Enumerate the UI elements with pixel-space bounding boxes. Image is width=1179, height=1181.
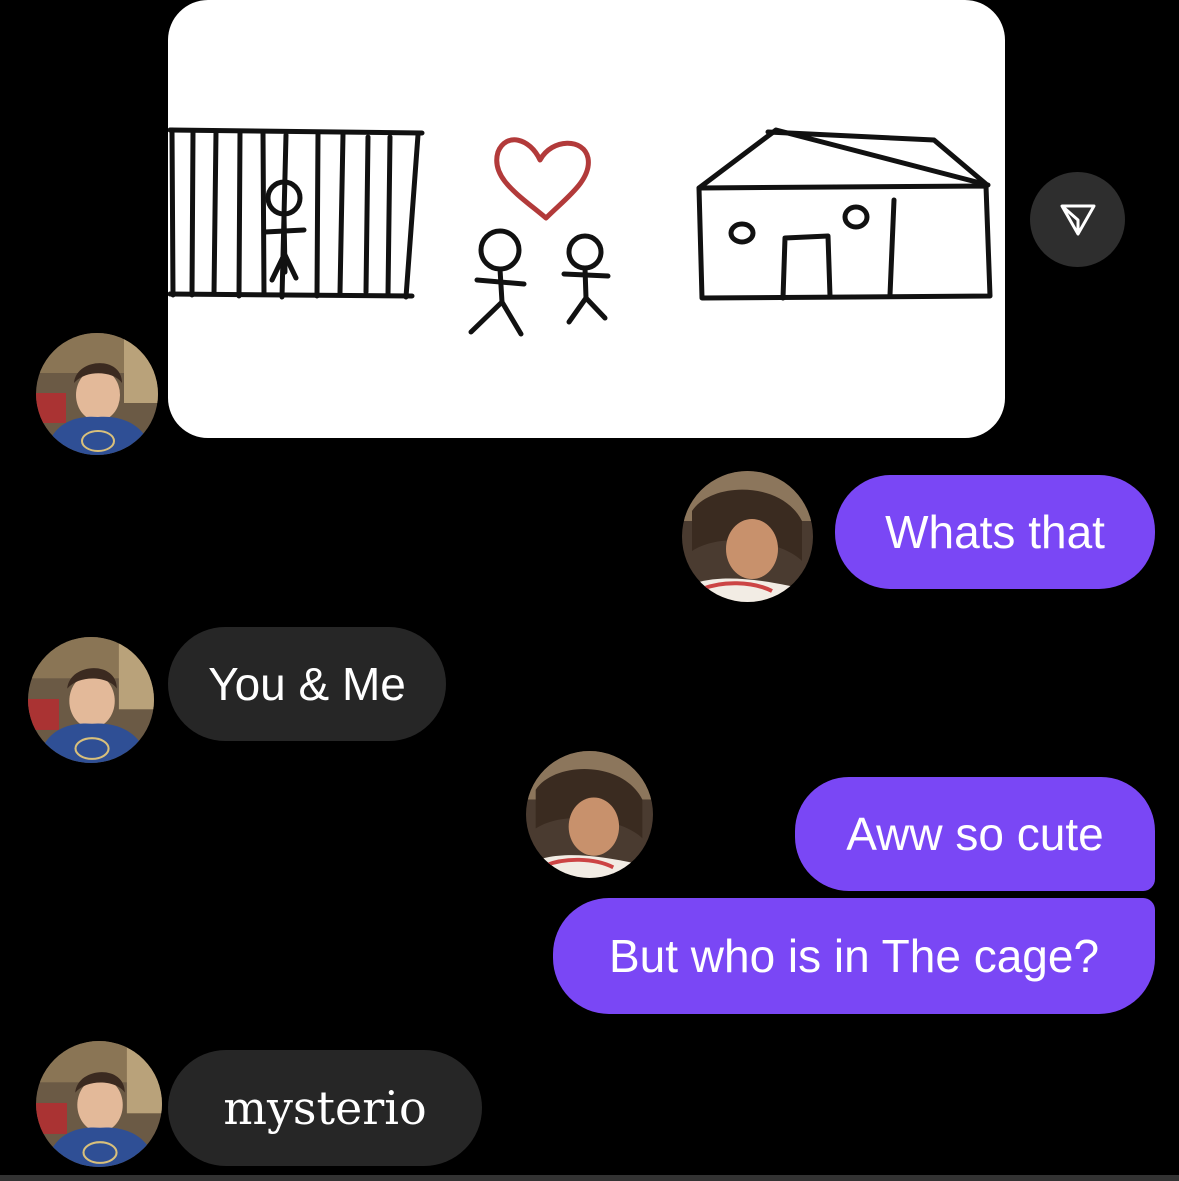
message-bubble-received[interactable]: You & Me	[168, 627, 446, 741]
avatar-other[interactable]	[36, 1041, 162, 1167]
message-text: mysterio	[223, 1081, 427, 1135]
stick-figure-drawing	[168, 127, 993, 337]
message-text: But who is in The cage?	[608, 930, 1100, 982]
avatar-me[interactable]	[682, 471, 813, 602]
message-bubble-received[interactable]: mysterio	[168, 1050, 482, 1166]
message-bubble-sent[interactable]: Aww so cute	[795, 777, 1155, 891]
avatar-other[interactable]	[36, 333, 158, 455]
message-text: Whats that	[885, 506, 1105, 558]
avatar-photo-girl	[682, 471, 813, 602]
paper-plane-icon	[1060, 204, 1095, 235]
message-bubble-sent[interactable]: Whats that	[835, 475, 1155, 589]
avatar-other[interactable]	[28, 637, 154, 763]
bottom-divider	[0, 1175, 1179, 1181]
avatar-photo-boy	[28, 637, 154, 763]
avatar-photo-boy	[36, 333, 158, 455]
avatar-photo-girl	[526, 751, 653, 878]
send-button[interactable]	[1030, 172, 1125, 267]
message-bubble-sent[interactable]: But who is in The cage?	[553, 898, 1155, 1014]
message-text: You & Me	[208, 658, 406, 710]
avatar-me[interactable]	[526, 751, 653, 878]
avatar-photo-boy	[36, 1041, 162, 1167]
message-text: Aww so cute	[846, 808, 1104, 860]
shared-image[interactable]	[168, 0, 1005, 438]
